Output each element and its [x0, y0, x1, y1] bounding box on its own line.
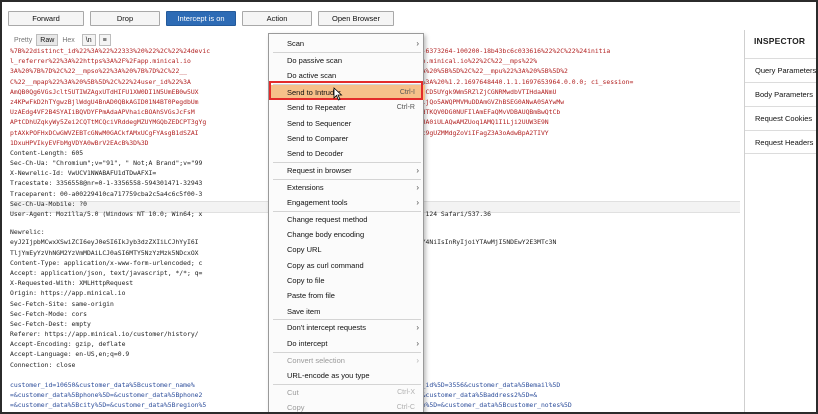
menu-item-label: Send to Repeater — [287, 103, 346, 113]
highlight-annotation — [269, 81, 423, 100]
menu-item-request-in-browser[interactable]: Request in browser › — [269, 163, 425, 178]
action-button[interactable]: Action — [242, 11, 312, 26]
menu-item-save-item[interactable]: Save item — [269, 304, 425, 319]
submenu-arrow-icon: › — [416, 323, 419, 333]
open-browser-button[interactable]: Open Browser — [318, 11, 394, 26]
submenu-arrow-icon: › — [416, 338, 419, 348]
inspector-query-parameters[interactable]: Query Parameters — [745, 58, 816, 82]
submenu-arrow-icon: › — [416, 182, 419, 192]
menu-item-copy-to-file[interactable]: Copy to file — [269, 273, 425, 288]
menu-item-do-intercept[interactable]: Do intercept › — [269, 336, 425, 351]
editor-view-tabs: Pretty Raw Hex \n ≡ — [10, 34, 111, 46]
menu-item-copy-as-curl-command[interactable]: Copy as curl command — [269, 258, 425, 273]
menu-item-label: Copy to file — [287, 276, 325, 285]
submenu-arrow-icon: › — [416, 39, 419, 48]
menu-item-label: Request in browser — [287, 165, 352, 175]
menu-item-label: Send to Sequencer — [287, 118, 352, 128]
menu-item-label: Change request method — [287, 214, 368, 224]
mouse-cursor-icon — [333, 87, 343, 101]
menu-item-label: Cut — [287, 387, 299, 397]
menu-item-do-passive-scan[interactable]: Do passive scan — [269, 53, 425, 68]
menu-item-label: Engagement tools — [287, 198, 348, 207]
proxy-toolbar: Forward Drop Intercept is on Action Open… — [8, 11, 394, 26]
menu-item-scan[interactable]: Scan › — [269, 36, 425, 51]
menu-item-extensions[interactable]: Extensions › — [269, 180, 425, 195]
menu-item-send-to-sequencer[interactable]: Send to Sequencer — [269, 116, 425, 131]
menu-item-label: Do intercept — [287, 338, 328, 348]
menu-item-label: Paste from file — [287, 291, 335, 301]
menu-item-send-to-decoder[interactable]: Send to Decoder — [269, 146, 425, 161]
tab-hex[interactable]: Hex — [58, 34, 78, 46]
menu-item-url-encode-as-you-type[interactable]: URL-encode as you type — [269, 368, 425, 383]
menu-item-send-to-comparer[interactable]: Send to Comparer — [269, 131, 425, 146]
submenu-arrow-icon: › — [416, 165, 419, 175]
menu-item-copy-url[interactable]: Copy URL — [269, 242, 425, 257]
inspector-request-headers[interactable]: Request Headers — [745, 130, 816, 154]
menu-item-change-body-encoding[interactable]: Change body encoding — [269, 227, 425, 242]
intercept-toggle-button[interactable]: Intercept is on — [166, 11, 236, 26]
menu-item-shortcut: Ctrl-X — [397, 388, 415, 396]
menu-item-label: Do active scan — [287, 71, 337, 81]
menu-item-label: Copy as curl command — [287, 260, 364, 270]
drop-button[interactable]: Drop — [90, 11, 160, 26]
editor-menu-icon[interactable]: ≡ — [98, 34, 111, 46]
menu-item-label: Copy URL — [287, 245, 322, 255]
menu-item-label: Copy — [287, 402, 305, 412]
menu-item-label: Send to Comparer — [287, 133, 349, 143]
menu-item-send-to-repeater[interactable]: Send to Repeater Ctrl-R — [269, 100, 425, 115]
tab-raw[interactable]: Raw — [36, 34, 59, 46]
menu-item-engagement-tools[interactable]: Engagement tools › — [269, 195, 425, 210]
submenu-arrow-icon: › — [416, 355, 419, 365]
menu-item-label: URL-encode as you type — [287, 370, 370, 380]
menu-item-don-t-intercept-requests[interactable]: Don't intercept requests › — [269, 320, 425, 335]
inspector-request-cookies[interactable]: Request Cookies — [745, 106, 816, 130]
show-newlines-toggle[interactable]: \n — [81, 34, 96, 46]
menu-item-label: Change body encoding — [287, 230, 365, 240]
burp-proxy-window: Forward Drop Intercept is on Action Open… — [0, 0, 818, 414]
menu-item-paste-from-file[interactable]: Paste from file — [269, 288, 425, 303]
menu-item-change-request-method[interactable]: Change request method — [269, 212, 425, 227]
submenu-arrow-icon: › — [416, 198, 419, 207]
inspector-body-parameters[interactable]: Body Parameters — [745, 82, 816, 106]
menu-item-cut: Cut Ctrl-X — [269, 385, 425, 400]
menu-item-label: Extensions — [287, 182, 324, 192]
menu-item-label: Send to Decoder — [287, 149, 344, 159]
forward-button[interactable]: Forward — [8, 11, 84, 26]
tab-pretty[interactable]: Pretty — [10, 34, 36, 46]
menu-item-label: Save item — [287, 306, 321, 316]
menu-item-shortcut: Ctrl-C — [396, 403, 415, 411]
menu-item-label: Scan — [287, 39, 305, 48]
inspector-title: INSPECTOR — [754, 36, 806, 46]
menu-item-shortcut: Ctrl-R — [396, 104, 415, 112]
menu-item-label: Convert selection — [287, 355, 345, 365]
menu-item-convert-selection: Convert selection › — [269, 353, 425, 368]
menu-item-label: Don't intercept requests — [287, 323, 366, 333]
menu-item-copy: Copy Ctrl-C — [269, 400, 425, 412]
menu-item-label: Do passive scan — [287, 55, 343, 65]
inspector-panel: INSPECTOR Query Parameters Body Paramete… — [744, 30, 816, 412]
